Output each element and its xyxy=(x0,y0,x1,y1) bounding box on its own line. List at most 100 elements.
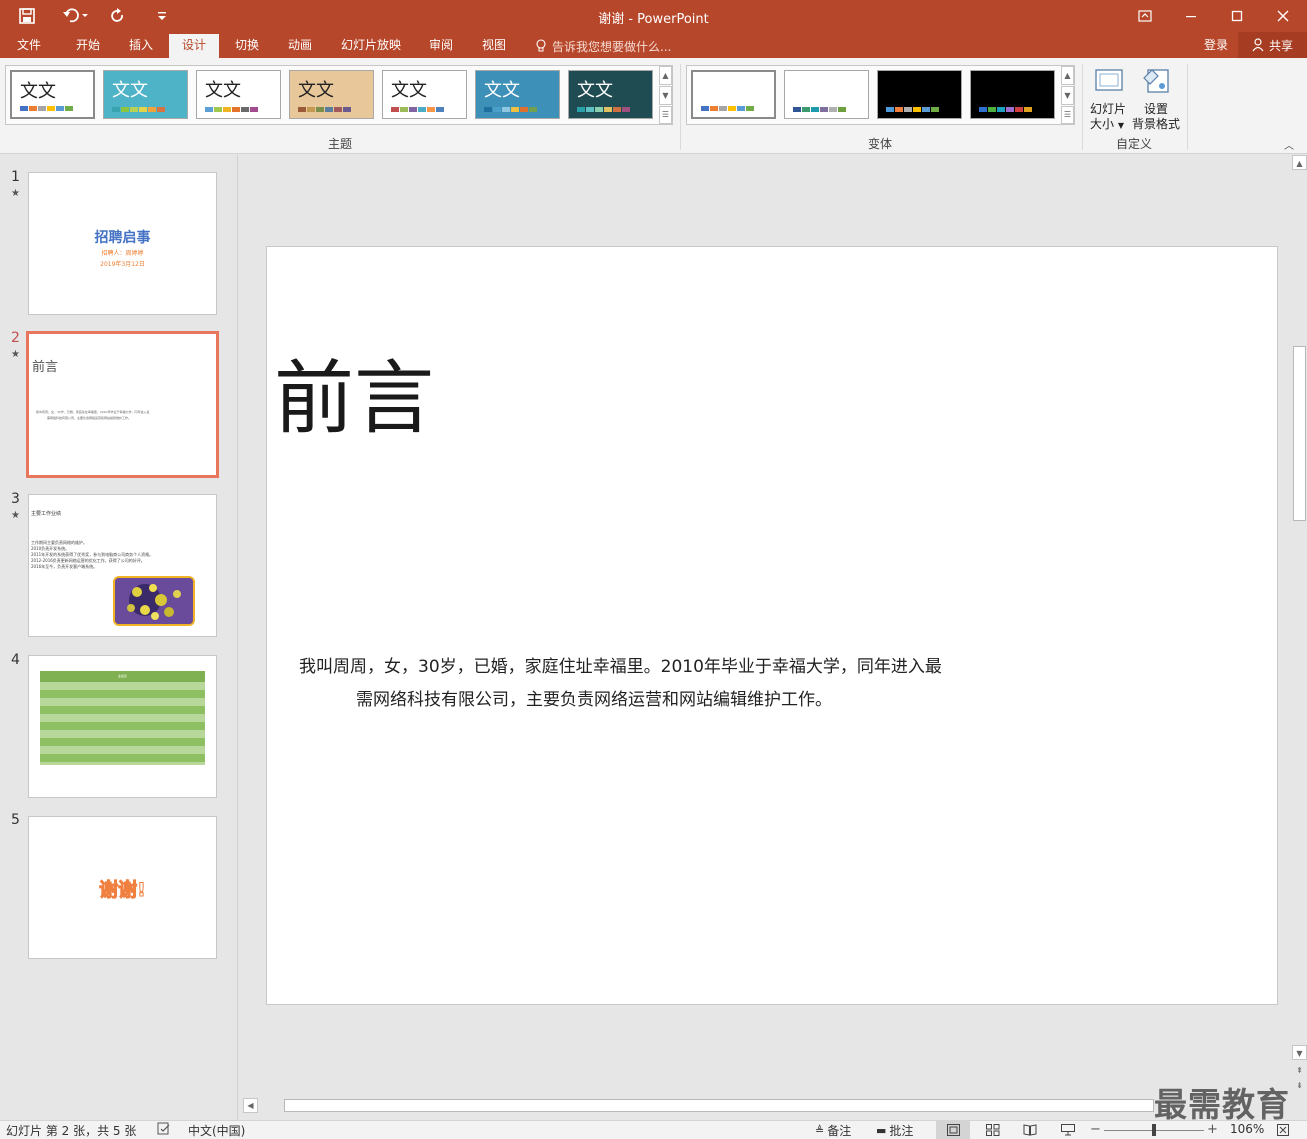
theme-thumbnail-2[interactable]: 文文 xyxy=(103,70,188,119)
slide-number: 4 xyxy=(11,652,20,668)
slide-thumbnail-pane: 1 ★ 招聘启事 招聘人：周婷婷 2019年3月12日 2 ★ 前言 我叫周周，… xyxy=(0,155,238,1120)
thumb-subtitle: 招聘人：周婷婷 xyxy=(101,250,144,257)
slide-body-line-1[interactable]: 我叫周周，女，30岁，已婚，家庭住址幸福里。2010年毕业于幸福大学，同年进入最 xyxy=(299,652,942,677)
fit-to-window-icon[interactable] xyxy=(1277,1124,1289,1139)
tab-file[interactable]: 文件 xyxy=(8,32,50,58)
horizontal-scrollbar[interactable]: ◀ xyxy=(239,1097,1307,1114)
variant-thumbnail-2[interactable] xyxy=(784,70,869,119)
theme-thumbnail-text: 文文 xyxy=(20,81,56,102)
theme-thumbnail-text: 文文 xyxy=(112,80,148,101)
language-indicator[interactable]: 中文(中国) xyxy=(188,1122,245,1139)
variant-thumbnail-3[interactable] xyxy=(877,70,962,119)
tell-me-box[interactable]: 告诉我您想要做什么... xyxy=(535,38,671,54)
format-background-icon xyxy=(1143,69,1169,93)
comments-label: 批注 xyxy=(889,1124,914,1138)
variants-scroll-down[interactable]: ▼ xyxy=(1061,86,1074,105)
maximize-icon[interactable] xyxy=(1214,0,1260,32)
current-slide[interactable]: 前言 我叫周周，女，30岁，已婚，家庭住址幸福里。2010年毕业于幸福大学，同年… xyxy=(266,246,1278,1005)
group-divider xyxy=(1187,64,1188,150)
design-ribbon: 文文 文文 文文 文文 文文 文文 文文 ▲ ▼ ☰ 主题 ▲ ▼ ☰ 变体 幻灯片 大小 … xyxy=(0,58,1307,154)
themes-scroll-down[interactable]: ▼ xyxy=(659,86,672,105)
reading-view-icon[interactable] xyxy=(1023,1124,1037,1139)
close-icon[interactable] xyxy=(1260,0,1306,32)
previous-slide-icon[interactable]: ⇞ xyxy=(1292,1066,1307,1080)
powerpoint-window: 谢谢 - PowerPoint 文件 开始 插入 设计 切换 动画 幻灯片放映 … xyxy=(0,0,1307,1139)
tab-animations[interactable]: 动画 xyxy=(279,32,321,58)
slide-number: 1 xyxy=(11,169,20,185)
restore-ribbon-icon[interactable] xyxy=(1122,0,1168,32)
tab-design[interactable]: 设计 xyxy=(169,34,219,58)
slide-title[interactable]: 前言 xyxy=(274,351,434,447)
format-background-button[interactable]: 设置 背景格式 xyxy=(1130,62,1182,132)
theme-thumbnail-7[interactable]: 文文 xyxy=(568,70,653,119)
next-slide-icon[interactable]: ⇟ xyxy=(1292,1081,1307,1095)
horizontal-scroll-thumb[interactable] xyxy=(284,1099,1154,1112)
theme-thumbnail-text: 文文 xyxy=(391,80,427,101)
normal-view-button[interactable] xyxy=(936,1121,970,1139)
minimize-icon[interactable] xyxy=(1168,0,1214,32)
themes-more-icon[interactable]: ☰ xyxy=(659,106,672,124)
tell-me-text: 告诉我您想要做什么... xyxy=(552,39,672,54)
tab-transitions[interactable]: 切换 xyxy=(226,32,268,58)
zoom-in-icon[interactable]: + xyxy=(1207,1122,1218,1137)
theme-thumbnail-5[interactable]: 文文 xyxy=(382,70,467,119)
group-divider xyxy=(680,64,681,150)
scroll-down-icon[interactable]: ▼ xyxy=(1292,1045,1307,1060)
person-icon xyxy=(1252,38,1264,52)
vertical-scroll-thumb[interactable] xyxy=(1293,346,1306,521)
vertical-scrollbar[interactable]: ▲ ▼ xyxy=(1292,155,1307,1063)
themes-scroll-up[interactable]: ▲ xyxy=(659,66,672,85)
slide-size-button[interactable]: 幻灯片 大小 ▼ xyxy=(1086,62,1130,132)
scroll-left-icon[interactable]: ◀ xyxy=(243,1098,258,1113)
theme-thumbnail-3[interactable]: 文文 xyxy=(196,70,281,119)
slide-thumbnail-2[interactable]: 前言 我叫周周，女，30岁，已婚，家庭住址幸福里。2010年毕业于幸福大学，同年… xyxy=(26,331,219,478)
tab-home[interactable]: 开始 xyxy=(66,32,110,58)
tab-slideshow[interactable]: 幻灯片放映 xyxy=(333,32,409,58)
scroll-up-icon[interactable]: ▲ xyxy=(1292,155,1307,170)
slide-thumbnail-5[interactable]: 谢谢! xyxy=(28,816,217,959)
flower-photo xyxy=(113,576,195,626)
collapse-ribbon-icon[interactable]: ︿ xyxy=(1284,137,1294,152)
theme-thumbnail-text: 文文 xyxy=(484,80,520,101)
slide-size-label-2: 大小 ▼ xyxy=(1090,117,1124,131)
zoom-out-icon[interactable]: − xyxy=(1090,1122,1101,1137)
slide-number: 3 xyxy=(11,491,20,507)
slide-sorter-icon[interactable] xyxy=(986,1124,1000,1139)
theme-thumbnail-1[interactable]: 文文 xyxy=(10,70,95,119)
slide-body-line-2[interactable]: 需网络科技有限公司，主要负责网络运营和网站编辑维护工作。 xyxy=(356,685,832,710)
group-divider xyxy=(1082,64,1083,150)
theme-thumbnail-4[interactable]: 文文 xyxy=(289,70,374,119)
watermark-text: 最需教育 xyxy=(1154,1085,1290,1124)
zoom-level[interactable]: 106% xyxy=(1230,1122,1264,1136)
thumb-body-line: 2016年至今，负责开发客户端系统。 xyxy=(31,564,98,569)
slide-thumbnail-1[interactable]: 招聘启事 招聘人：周婷婷 2019年3月12日 xyxy=(28,172,217,315)
status-bar: 幻灯片 第 2 张，共 5 张 中文(中国) ≜ 备注 ▬ 批注 − + 106… xyxy=(0,1120,1307,1139)
variant-thumbnail-1[interactable] xyxy=(691,70,776,119)
tab-view[interactable]: 视图 xyxy=(473,32,515,58)
slideshow-view-icon[interactable] xyxy=(1061,1124,1075,1139)
tab-review[interactable]: 审阅 xyxy=(420,32,462,58)
theme-thumbnail-6[interactable]: 文文 xyxy=(475,70,560,119)
thumb-title: 前言 xyxy=(32,360,59,375)
slide-thumbnail-4[interactable]: 业绩表 xyxy=(28,655,217,798)
login-link[interactable]: 登录 xyxy=(1196,32,1236,58)
slide-thumbnail-3[interactable]: 主要工作业绩 工作期间主要负责网络的维护。 2010负责开发系统。 2011年开… xyxy=(28,494,217,637)
color-swatches xyxy=(701,106,755,111)
notes-label: 备注 xyxy=(827,1124,852,1138)
spellcheck-icon[interactable] xyxy=(157,1122,171,1138)
share-button[interactable]: 共享 xyxy=(1238,32,1307,58)
thumb-date: 2019年3月12日 xyxy=(100,261,145,268)
color-swatches xyxy=(20,106,74,111)
variants-scroll-up[interactable]: ▲ xyxy=(1061,66,1074,85)
thumb-title: 招聘启事 xyxy=(94,230,151,246)
comments-button[interactable]: ▬ 批注 xyxy=(876,1122,913,1139)
color-swatches xyxy=(391,107,445,112)
tab-insert[interactable]: 插入 xyxy=(119,32,163,58)
variant-thumbnail-4[interactable] xyxy=(970,70,1055,119)
thumb-body-line: 需网络科技有限公司，主要负责网络运营和网站编辑维护工作。 xyxy=(47,416,132,420)
zoom-slider-thumb[interactable] xyxy=(1152,1124,1156,1136)
color-swatches xyxy=(577,107,631,112)
notes-button[interactable]: ≜ 备注 xyxy=(815,1122,851,1139)
thumb-table-title: 业绩表 xyxy=(40,671,205,682)
variants-more-icon[interactable]: ☰ xyxy=(1061,106,1074,124)
